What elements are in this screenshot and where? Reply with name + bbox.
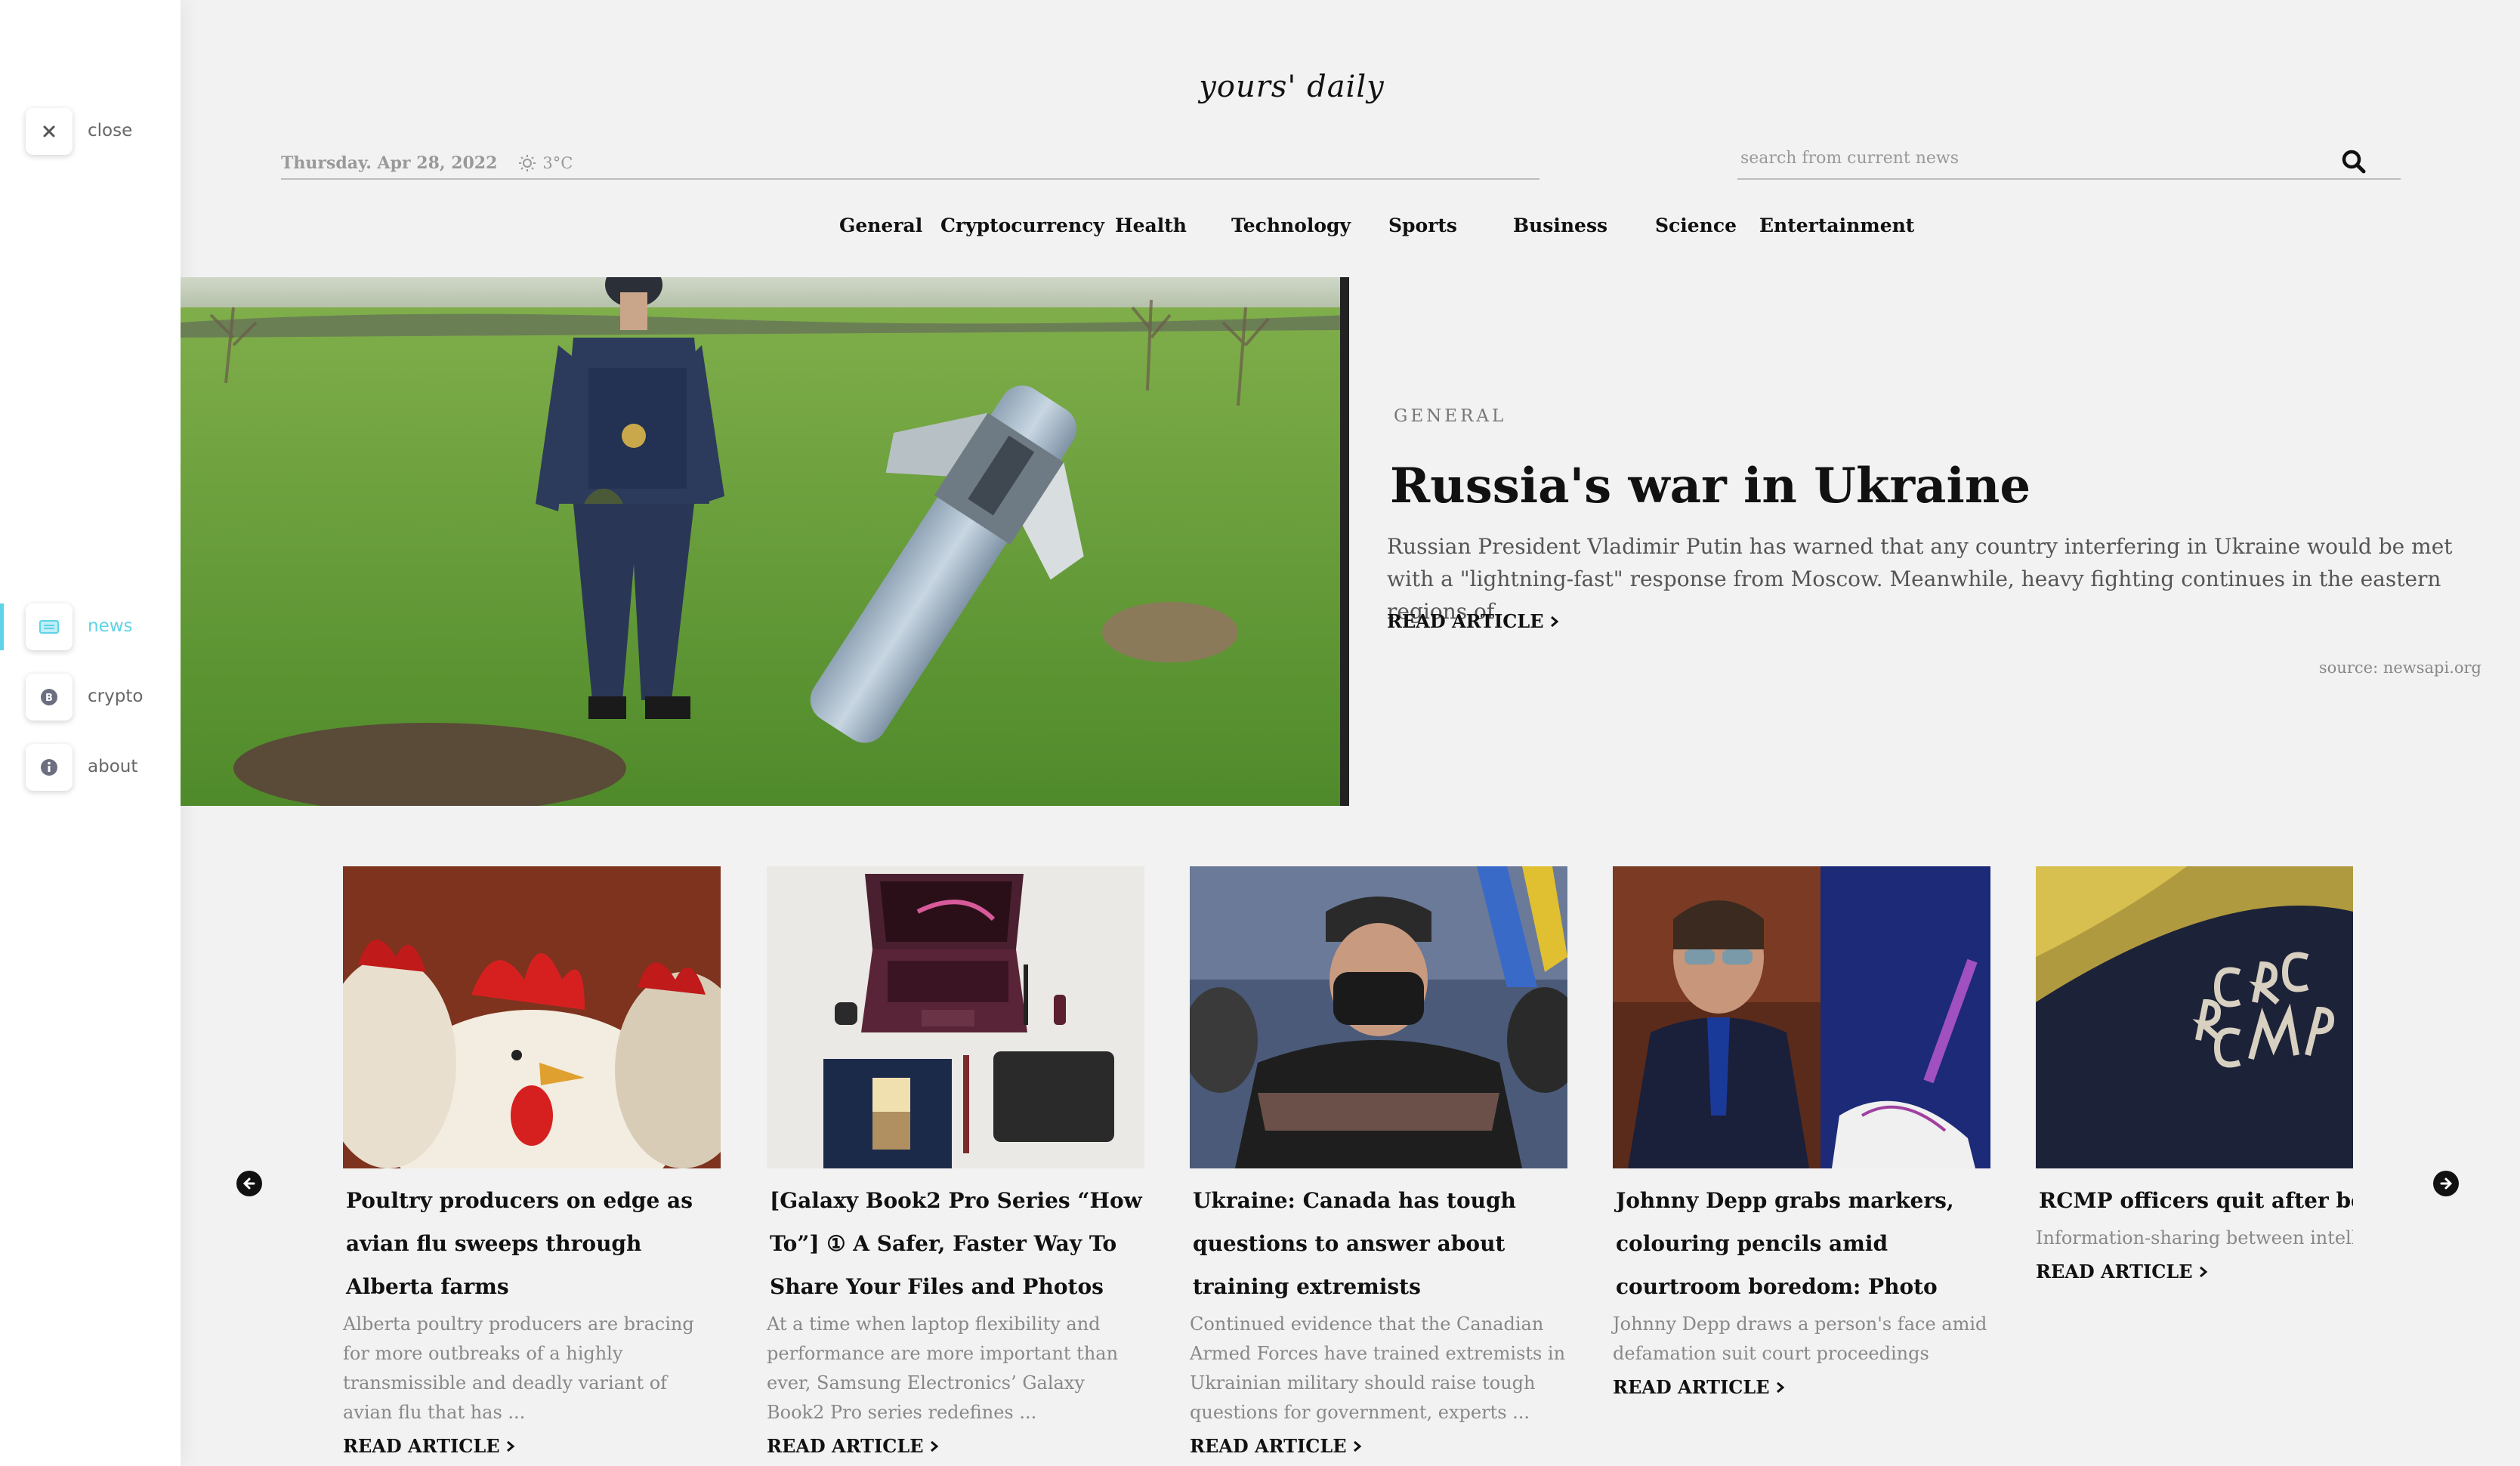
article-image[interactable] [1613,866,1990,1168]
search-button[interactable] [2337,145,2370,178]
hero-photo [181,277,1349,806]
article-description: Continued evidence that the Canadian Arm… [1190,1313,1566,1423]
tab-science[interactable]: Science [1655,214,1737,236]
article-card[interactable]: Ukraine: Canada has tough questions to a… [1190,866,1567,1457]
read-article-label: READ ARTICLE [1190,1435,1347,1457]
tab-entertainment[interactable]: Entertainment [1759,214,1914,236]
read-article-label: READ ARTICLE [343,1435,500,1457]
info-icon [41,759,57,776]
article-carousel: Poultry producers on edge as avian flu s… [332,857,2376,1466]
read-article-label: READ ARTICLE [767,1435,924,1457]
search-input[interactable] [1740,144,2315,172]
chevron-right-icon [930,1440,938,1452]
article-description: At a time when laptop flexibility and pe… [767,1313,1119,1423]
chevron-right-icon [1353,1440,1361,1452]
chevron-right-icon [506,1440,514,1452]
tab-cryptocurrency[interactable]: Cryptocurrency [940,214,1104,236]
tab-health[interactable]: Health [1115,214,1187,236]
bitcoin-icon: B [41,689,57,705]
article-description: Johnny Depp draws a person's face amid d… [1613,1313,1987,1364]
article-title[interactable]: RCMP officers quit after being asked to … [2036,1179,2353,1222]
article-image[interactable] [2036,866,2353,1168]
chevron-right-icon [1776,1381,1784,1393]
article-description: Alberta poultry producers are bracing fo… [343,1313,694,1423]
category-nav: General Cryptocurrency Health Technology… [0,214,2520,245]
weather-widget: 3°C [518,154,573,172]
sidebar-item-news-label[interactable]: news [88,616,133,636]
article-photo [767,866,1144,1168]
site-logo[interactable]: yours' daily [1178,69,1405,104]
chevron-right-icon [1550,616,1558,627]
tab-business[interactable]: Business [1513,214,1607,236]
article-card[interactable]: [Galaxy Book2 Pro Series “How To”] ① A S… [767,866,1144,1457]
article-title[interactable]: Ukraine: Canada has tough questions to a… [1190,1179,1567,1308]
sidebar-item-about-label[interactable]: about [88,757,137,776]
sidebar-item-news[interactable] [26,603,73,650]
article-card[interactable]: RCMP officers quit after being asked to … [2036,866,2353,1282]
read-article-link[interactable]: READ ARTICLE [2036,1261,2208,1282]
article-image[interactable] [1190,866,1567,1168]
tab-technology[interactable]: Technology [1231,214,1351,236]
read-article-link[interactable]: READ ARTICLE [1190,1435,1362,1457]
article-image[interactable] [343,866,721,1168]
carousel-prev-button[interactable] [236,1171,262,1196]
article-card[interactable]: Johnny Depp grabs markers, colouring pen… [1613,866,1990,1398]
svg-text:B: B [45,693,53,704]
article-title[interactable]: Johnny Depp grabs markers, colouring pen… [1613,1179,1990,1308]
active-indicator [0,603,4,650]
article-card[interactable]: Poultry producers on edge as avian flu s… [343,866,721,1457]
search-icon [2342,150,2366,174]
article-photo [1190,866,1567,1168]
read-article-label: READ ARTICLE [1387,610,1544,632]
hero-source: source: newsapi.org [2318,659,2481,677]
article-title[interactable]: [Galaxy Book2 Pro Series “How To”] ① A S… [767,1179,1144,1308]
close-icon [43,125,55,137]
read-article-link[interactable]: READ ARTICLE [767,1435,939,1457]
search-bar [1737,136,2401,180]
temperature: 3°C [542,154,573,172]
article-photo [2036,866,2353,1168]
read-article-label: READ ARTICLE [1613,1376,1770,1398]
hero-read-article-link[interactable]: READ ARTICLE [1387,610,1559,632]
article-photo [343,866,721,1168]
carousel-next-button[interactable] [2433,1171,2459,1196]
hero-category[interactable]: GENERAL [1394,406,1506,426]
close-button[interactable] [26,108,73,155]
hero-title[interactable]: Russia's war in Ukraine [1390,458,2031,514]
weather-icon [519,155,536,171]
close-label[interactable]: close [88,121,132,140]
arrow-left-icon [242,1177,255,1190]
article-description: Information-sharing between intelligence… [2036,1227,2353,1248]
read-article-label: READ ARTICLE [2036,1261,2193,1282]
tab-general[interactable]: General [839,214,922,236]
sidebar-item-crypto-label[interactable]: crypto [88,687,143,706]
dateline: Thursday. Apr 28, 2022 3°C [281,121,1539,180]
hero-image[interactable] [181,277,1349,806]
read-article-link[interactable]: READ ARTICLE [343,1435,515,1457]
tab-sports[interactable]: Sports [1388,214,1457,236]
article-photo [1613,866,1990,1168]
read-article-link[interactable]: READ ARTICLE [1613,1376,1785,1398]
newspaper-icon [39,620,59,634]
arrow-right-icon [2440,1177,2453,1190]
current-date: Thursday. Apr 28, 2022 [281,153,498,173]
sidebar-item-crypto[interactable]: B [26,674,73,721]
article-image[interactable] [767,866,1144,1168]
article-title[interactable]: Poultry producers on edge as avian flu s… [343,1179,721,1308]
sidebar-item-about[interactable] [26,744,73,791]
chevron-right-icon [2199,1266,2207,1277]
